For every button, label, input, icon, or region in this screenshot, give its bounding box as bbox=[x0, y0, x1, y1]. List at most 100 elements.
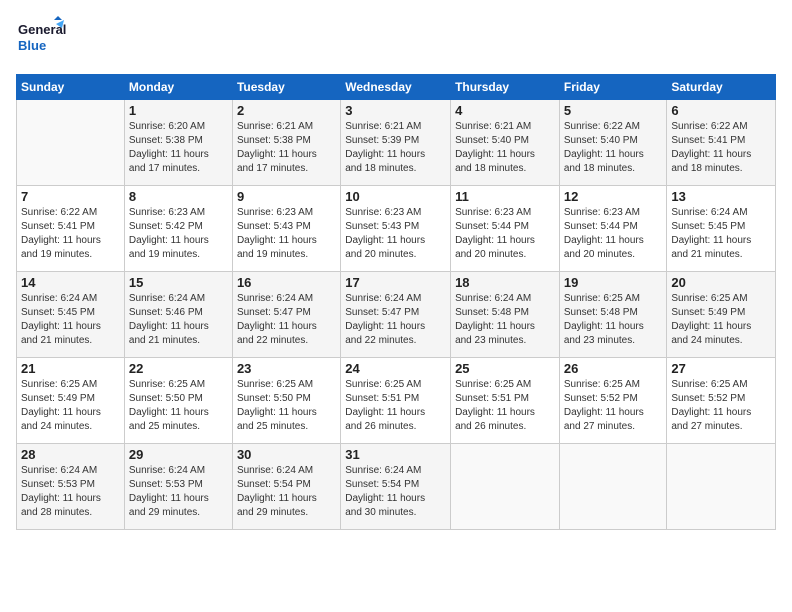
weekday-header-monday: Monday bbox=[124, 75, 232, 100]
day-info: Sunrise: 6:23 AM Sunset: 5:42 PM Dayligh… bbox=[129, 206, 228, 262]
calendar-cell: 23 Sunrise: 6:25 AM Sunset: 5:50 PM Dayli… bbox=[232, 358, 340, 444]
day-number: 20 bbox=[671, 275, 771, 290]
day-number: 6 bbox=[671, 103, 771, 118]
day-info: Sunrise: 6:25 AM Sunset: 5:50 PM Dayligh… bbox=[129, 378, 228, 434]
calendar-cell: 20 Sunrise: 6:25 AM Sunset: 5:49 PM Dayli… bbox=[667, 272, 776, 358]
weekday-header-saturday: Saturday bbox=[667, 75, 776, 100]
calendar-week-row: 1Sunrise: 6:20 AM Sunset: 5:38 PM Daylig… bbox=[17, 100, 776, 186]
day-info: Sunrise: 6:25 AM Sunset: 5:50 PM Dayligh… bbox=[237, 378, 336, 434]
day-info: Sunrise: 6:20 AM Sunset: 5:38 PM Dayligh… bbox=[129, 120, 228, 176]
day-number: 31 bbox=[345, 447, 446, 462]
day-number: 14 bbox=[21, 275, 120, 290]
day-number: 19 bbox=[564, 275, 663, 290]
weekday-header-sunday: Sunday bbox=[17, 75, 125, 100]
day-number: 27 bbox=[671, 361, 771, 376]
calendar-cell: 3 Sunrise: 6:21 AM Sunset: 5:39 PM Daylig… bbox=[341, 100, 451, 186]
day-number: 22 bbox=[129, 361, 228, 376]
day-info: Sunrise: 6:24 AM Sunset: 5:48 PM Dayligh… bbox=[455, 292, 555, 348]
calendar-cell: 15Sunrise: 6:24 AM Sunset: 5:46 PM Dayli… bbox=[124, 272, 232, 358]
calendar-week-row: 14 Sunrise: 6:24 AM Sunset: 5:45 PM Dayli… bbox=[17, 272, 776, 358]
day-info: Sunrise: 6:23 AM Sunset: 5:44 PM Dayligh… bbox=[455, 206, 555, 262]
calendar-cell: 6Sunrise: 6:22 AM Sunset: 5:41 PM Daylig… bbox=[667, 100, 776, 186]
day-number: 8 bbox=[129, 189, 228, 204]
calendar-cell: 29 Sunrise: 6:24 AM Sunset: 5:53 PM Dayli… bbox=[124, 444, 232, 530]
day-number: 12 bbox=[564, 189, 663, 204]
calendar-cell: 5 Sunrise: 6:22 AM Sunset: 5:40 PM Daylig… bbox=[559, 100, 667, 186]
day-number: 15 bbox=[129, 275, 228, 290]
calendar-cell: 31 Sunrise: 6:24 AM Sunset: 5:54 PM Dayli… bbox=[341, 444, 451, 530]
calendar-cell: 13 Sunrise: 6:24 AM Sunset: 5:45 PM Dayli… bbox=[667, 186, 776, 272]
calendar-cell: 9Sunrise: 6:23 AM Sunset: 5:43 PM Daylig… bbox=[232, 186, 340, 272]
day-info: Sunrise: 6:24 AM Sunset: 5:53 PM Dayligh… bbox=[21, 464, 120, 520]
day-number: 10 bbox=[345, 189, 446, 204]
day-info: Sunrise: 6:22 AM Sunset: 5:41 PM Dayligh… bbox=[21, 206, 120, 262]
calendar-cell: 19 Sunrise: 6:25 AM Sunset: 5:48 PM Dayli… bbox=[559, 272, 667, 358]
svg-text:Blue: Blue bbox=[18, 38, 46, 53]
day-info: Sunrise: 6:21 AM Sunset: 5:39 PM Dayligh… bbox=[345, 120, 446, 176]
day-info: Sunrise: 6:24 AM Sunset: 5:54 PM Dayligh… bbox=[237, 464, 336, 520]
day-info: Sunrise: 6:24 AM Sunset: 5:47 PM Dayligh… bbox=[345, 292, 446, 348]
day-number: 28 bbox=[21, 447, 120, 462]
day-number: 5 bbox=[564, 103, 663, 118]
weekday-header-friday: Friday bbox=[559, 75, 667, 100]
day-info: Sunrise: 6:25 AM Sunset: 5:51 PM Dayligh… bbox=[455, 378, 555, 434]
day-number: 17 bbox=[345, 275, 446, 290]
day-number: 25 bbox=[455, 361, 555, 376]
calendar-cell: 18 Sunrise: 6:24 AM Sunset: 5:48 PM Dayli… bbox=[451, 272, 560, 358]
day-number: 11 bbox=[455, 189, 555, 204]
calendar-cell: 27 Sunrise: 6:25 AM Sunset: 5:52 PM Dayli… bbox=[667, 358, 776, 444]
day-info: Sunrise: 6:23 AM Sunset: 5:43 PM Dayligh… bbox=[237, 206, 336, 262]
calendar-cell: 2Sunrise: 6:21 AM Sunset: 5:38 PM Daylig… bbox=[232, 100, 340, 186]
calendar-cell: 8 Sunrise: 6:23 AM Sunset: 5:42 PM Daylig… bbox=[124, 186, 232, 272]
day-number: 26 bbox=[564, 361, 663, 376]
calendar-cell bbox=[451, 444, 560, 530]
day-number: 23 bbox=[237, 361, 336, 376]
day-number: 3 bbox=[345, 103, 446, 118]
day-info: Sunrise: 6:25 AM Sunset: 5:49 PM Dayligh… bbox=[21, 378, 120, 434]
calendar-cell bbox=[559, 444, 667, 530]
day-number: 29 bbox=[129, 447, 228, 462]
page-container: General Blue SundayMondayTuesdayWednesda… bbox=[0, 0, 792, 538]
logo-svg: General Blue bbox=[16, 16, 66, 66]
calendar-cell: 4 Sunrise: 6:21 AM Sunset: 5:40 PM Daylig… bbox=[451, 100, 560, 186]
day-info: Sunrise: 6:25 AM Sunset: 5:49 PM Dayligh… bbox=[671, 292, 771, 348]
logo: General Blue bbox=[16, 16, 66, 66]
calendar-cell: 25 Sunrise: 6:25 AM Sunset: 5:51 PM Dayli… bbox=[451, 358, 560, 444]
calendar-cell: 22 Sunrise: 6:25 AM Sunset: 5:50 PM Dayli… bbox=[124, 358, 232, 444]
day-info: Sunrise: 6:24 AM Sunset: 5:45 PM Dayligh… bbox=[671, 206, 771, 262]
weekday-header-row: SundayMondayTuesdayWednesdayThursdayFrid… bbox=[17, 75, 776, 100]
day-info: Sunrise: 6:24 AM Sunset: 5:54 PM Dayligh… bbox=[345, 464, 446, 520]
day-number: 13 bbox=[671, 189, 771, 204]
weekday-header-wednesday: Wednesday bbox=[341, 75, 451, 100]
calendar-table: SundayMondayTuesdayWednesdayThursdayFrid… bbox=[16, 74, 776, 530]
weekday-header-tuesday: Tuesday bbox=[232, 75, 340, 100]
day-number: 4 bbox=[455, 103, 555, 118]
calendar-cell: 11 Sunrise: 6:23 AM Sunset: 5:44 PM Dayli… bbox=[451, 186, 560, 272]
day-info: Sunrise: 6:24 AM Sunset: 5:45 PM Dayligh… bbox=[21, 292, 120, 348]
weekday-header-thursday: Thursday bbox=[451, 75, 560, 100]
day-info: Sunrise: 6:25 AM Sunset: 5:52 PM Dayligh… bbox=[564, 378, 663, 434]
calendar-cell bbox=[667, 444, 776, 530]
day-info: Sunrise: 6:23 AM Sunset: 5:43 PM Dayligh… bbox=[345, 206, 446, 262]
header: General Blue bbox=[16, 16, 776, 66]
calendar-cell: 14 Sunrise: 6:24 AM Sunset: 5:45 PM Dayli… bbox=[17, 272, 125, 358]
calendar-cell: 21Sunrise: 6:25 AM Sunset: 5:49 PM Dayli… bbox=[17, 358, 125, 444]
calendar-cell: 28 Sunrise: 6:24 AM Sunset: 5:53 PM Dayli… bbox=[17, 444, 125, 530]
calendar-cell: 26 Sunrise: 6:25 AM Sunset: 5:52 PM Dayli… bbox=[559, 358, 667, 444]
day-info: Sunrise: 6:24 AM Sunset: 5:53 PM Dayligh… bbox=[129, 464, 228, 520]
calendar-cell bbox=[17, 100, 125, 186]
day-info: Sunrise: 6:21 AM Sunset: 5:40 PM Dayligh… bbox=[455, 120, 555, 176]
day-info: Sunrise: 6:21 AM Sunset: 5:38 PM Dayligh… bbox=[237, 120, 336, 176]
calendar-week-row: 21Sunrise: 6:25 AM Sunset: 5:49 PM Dayli… bbox=[17, 358, 776, 444]
day-info: Sunrise: 6:22 AM Sunset: 5:40 PM Dayligh… bbox=[564, 120, 663, 176]
calendar-week-row: 28 Sunrise: 6:24 AM Sunset: 5:53 PM Dayli… bbox=[17, 444, 776, 530]
day-info: Sunrise: 6:25 AM Sunset: 5:48 PM Dayligh… bbox=[564, 292, 663, 348]
day-info: Sunrise: 6:24 AM Sunset: 5:47 PM Dayligh… bbox=[237, 292, 336, 348]
day-info: Sunrise: 6:25 AM Sunset: 5:52 PM Dayligh… bbox=[671, 378, 771, 434]
day-number: 18 bbox=[455, 275, 555, 290]
calendar-cell: 17 Sunrise: 6:24 AM Sunset: 5:47 PM Dayli… bbox=[341, 272, 451, 358]
day-number: 7 bbox=[21, 189, 120, 204]
day-number: 30 bbox=[237, 447, 336, 462]
calendar-cell: 24Sunrise: 6:25 AM Sunset: 5:51 PM Dayli… bbox=[341, 358, 451, 444]
calendar-cell: 12Sunrise: 6:23 AM Sunset: 5:44 PM Dayli… bbox=[559, 186, 667, 272]
